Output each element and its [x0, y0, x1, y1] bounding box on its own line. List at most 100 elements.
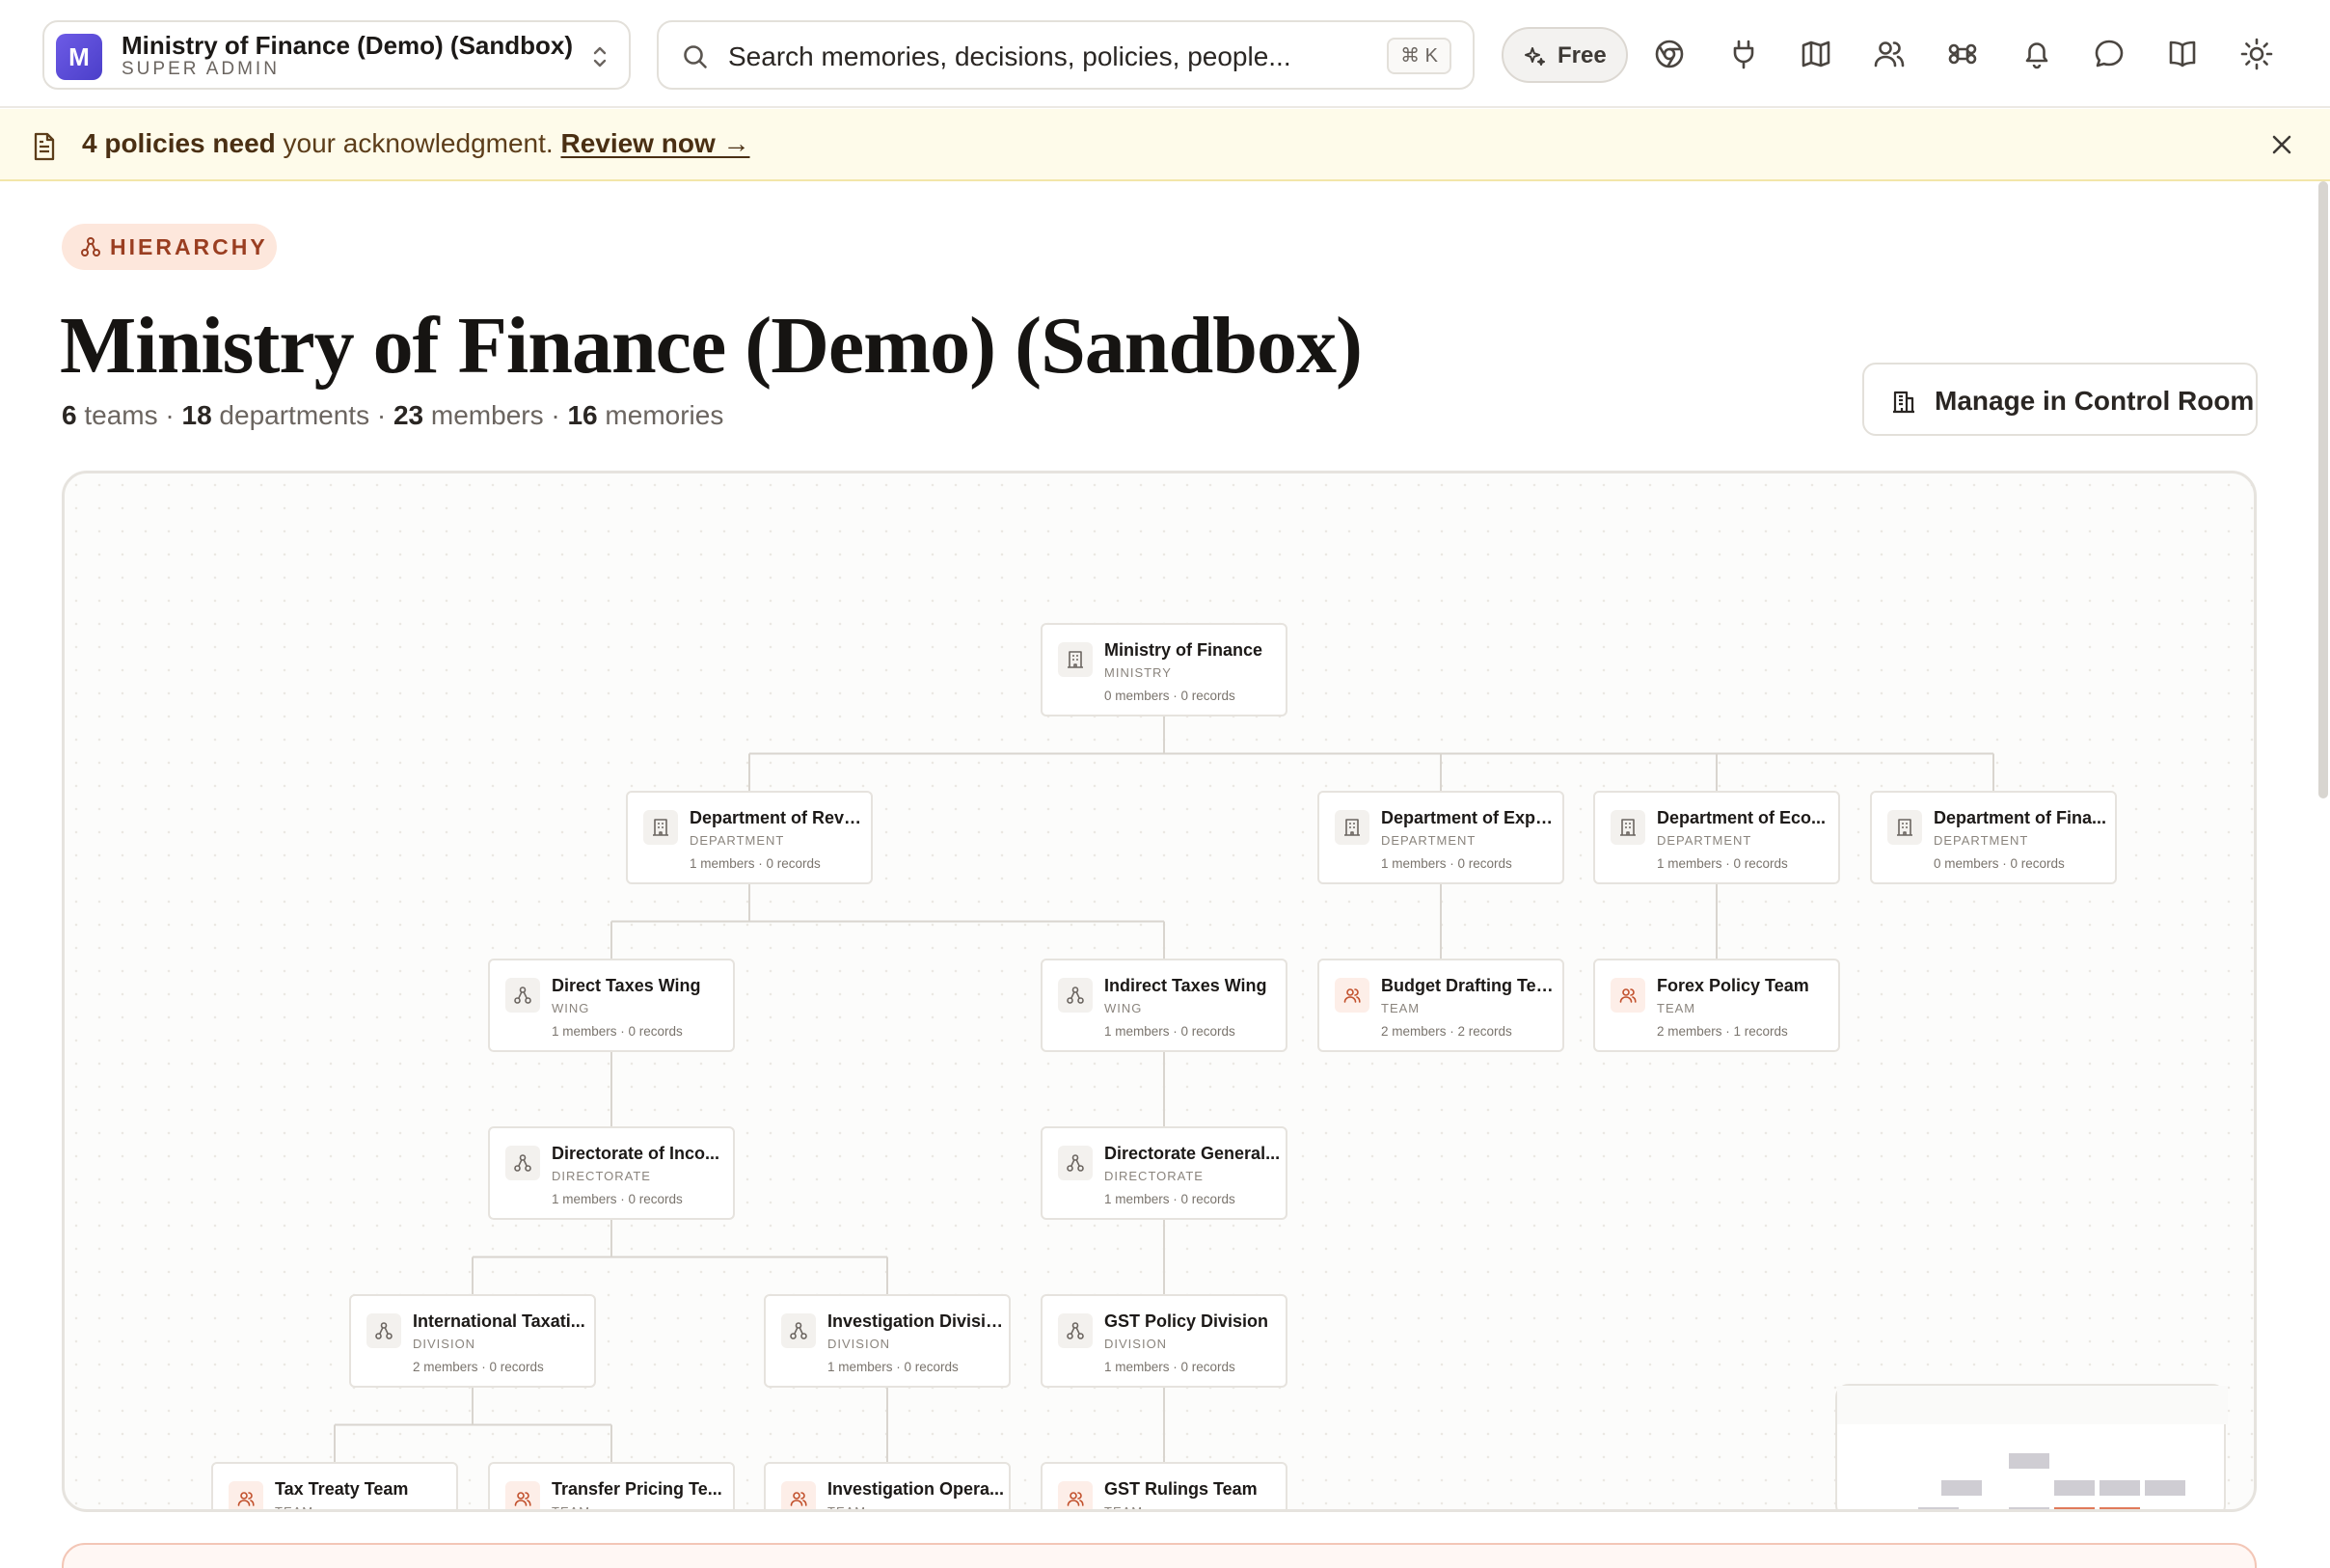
page-scrollbar[interactable] [2318, 181, 2328, 798]
hierarchy-icon [1058, 1313, 1093, 1348]
manage-control-room-label: Manage in Control Room [1935, 386, 2255, 416]
building-icon [1893, 391, 1914, 414]
hierarchy-icon [81, 237, 100, 257]
bell-icon[interactable] [2019, 37, 2054, 71]
node-type: TEAM [1381, 1001, 1421, 1015]
hierarchy-node-department-of-expe[interactable]: Department of Expe... DEPARTMENT 1 members… [1317, 791, 1564, 884]
node-meta: 1 members · 0 records [1104, 1360, 1235, 1374]
node-name: Department of Expe... [1381, 808, 1558, 827]
departments-label: departments · [211, 400, 393, 430]
node-name: Indirect Taxes Wing [1104, 976, 1267, 995]
manage-control-room-button[interactable]: Manage in Control Room [1862, 363, 2258, 436]
close-icon[interactable] [2268, 131, 2295, 158]
node-meta: 2 members · 0 records [413, 1360, 544, 1374]
hierarchy-node-department-of-fina[interactable]: Department of Fina... DEPARTMENT 0 members… [1870, 791, 2117, 884]
minimap[interactable] [1835, 1384, 2228, 1509]
users-icon[interactable] [1872, 37, 1907, 71]
hierarchy-node-international-taxati[interactable]: International Taxati... DIVISION 2 members… [349, 1294, 596, 1388]
node-type: WING [552, 1001, 590, 1015]
minimap-preview [1837, 1386, 2228, 1509]
node-meta: 2 members · 1 records [1657, 1024, 1788, 1039]
hierarchy-node-indirect-taxes-wing[interactable]: Indirect Taxes Wing WING 1 members · 0 rec… [1041, 959, 1287, 1052]
plug-icon[interactable] [1726, 37, 1761, 71]
review-now-link[interactable]: Review now → [560, 128, 749, 158]
command-icon[interactable] [1945, 37, 1980, 71]
org-role: SUPER ADMIN [122, 59, 280, 79]
node-type: TEAM [552, 1504, 591, 1512]
search-shortcut-hint: ⌘ K [1387, 38, 1451, 74]
section-pill-label: HIERARCHY [110, 234, 268, 259]
members-count: 23 [393, 400, 424, 430]
node-name: International Taxati... [413, 1311, 585, 1331]
node-type: DIVISION [827, 1337, 891, 1351]
node-name: Transfer Pricing Te... [552, 1479, 722, 1499]
hierarchy-node-department-of-reve[interactable]: Department of Reve... DEPARTMENT 1 members… [626, 791, 873, 884]
node-name: Investigation Division [827, 1311, 1005, 1331]
node-meta: 1 members · 0 records [1381, 856, 1512, 871]
hierarchy-node-forex-policy-team[interactable]: Forex Policy Team TEAM 2 members · 1 recor… [1593, 959, 1840, 1052]
hierarchy-canvas[interactable]: Ministry of Finance MINISTRY 0 members · 0… [62, 471, 2257, 1512]
hierarchy-node-investigation-opera[interactable]: Investigation Opera... TEAM [764, 1462, 1011, 1509]
hierarchy-icon [505, 1146, 540, 1180]
hierarchy-node-directorate-general[interactable]: Directorate General... DIRECTORATE 1 membe… [1041, 1126, 1287, 1220]
team-icon [229, 1481, 263, 1509]
hierarchy-node-ministry-of-finance[interactable]: Ministry of Finance MINISTRY 0 members · 0… [1041, 623, 1287, 716]
node-meta: 2 members · 2 records [1381, 1024, 1512, 1039]
sparkles-icon [1525, 47, 1545, 66]
hierarchy-icon [366, 1313, 401, 1348]
hierarchy-node-transfer-pricing-te[interactable]: Transfer Pricing Te... TEAM [488, 1462, 735, 1512]
hierarchy-node-investigation-division[interactable]: Investigation Division DIVISION 1 members … [764, 1294, 1011, 1388]
map-icon[interactable] [1799, 37, 1833, 71]
node-name: Direct Taxes Wing [552, 976, 701, 995]
node-name: Department of Fina... [1934, 808, 2107, 827]
sun-icon[interactable] [2239, 37, 2274, 71]
building-icon [1335, 810, 1369, 845]
building-icon [1058, 642, 1093, 677]
teams-count: 6 [62, 400, 77, 430]
chat-icon[interactable] [2092, 37, 2127, 71]
building-icon [1611, 810, 1645, 845]
search-input[interactable]: Search memories, decisions, policies, pe… [728, 41, 1291, 72]
hierarchy-icon [505, 978, 540, 1013]
team-icon [1335, 978, 1369, 1013]
node-type: TEAM [275, 1504, 314, 1512]
banner-count: 4 policies need [82, 128, 276, 158]
node-type: DIVISION [413, 1337, 476, 1351]
chevron-up-down-icon [593, 46, 607, 68]
policy-banner: 4 policies need your acknowledgment. Rev… [0, 109, 2330, 181]
org-name: Ministry of Finance (Demo) (Sandbox) [122, 31, 574, 60]
node-type: DIVISION [1104, 1337, 1168, 1351]
team-icon [1058, 1481, 1093, 1509]
document-icon [34, 132, 55, 161]
node-name: GST Policy Division [1104, 1311, 1269, 1331]
section-pill: HIERARCHY [62, 224, 277, 270]
node-name: Budget Drafting Team [1381, 976, 1558, 995]
hierarchy-node-gst-policy-division[interactable]: GST Policy Division DIVISION 1 members · 0… [1041, 1294, 1287, 1388]
node-type: DEPARTMENT [690, 833, 785, 848]
hierarchy-node-tax-treaty-team[interactable]: Tax Treaty Team TEAM [211, 1462, 458, 1512]
chrome-icon[interactable] [1652, 37, 1687, 71]
node-meta: 0 members · 0 records [1934, 856, 2065, 871]
node-name: Investigation Opera... [827, 1479, 1005, 1499]
members-label: members · [423, 400, 568, 430]
node-meta: 1 members · 0 records [552, 1024, 683, 1039]
node-name: Forex Policy Team [1657, 976, 1809, 995]
search-bar[interactable]: Search memories, decisions, policies, pe… [657, 20, 1475, 90]
page-title: Ministry of Finance (Demo) (Sandbox) [60, 301, 1363, 391]
hierarchy-node-directorate-of-inco[interactable]: Directorate of Inco... DIRECTORATE 1 membe… [488, 1126, 735, 1220]
org-switcher[interactable]: M Ministry of Finance (Demo) (Sandbox) S… [42, 20, 631, 90]
hierarchy-node-department-of-eco[interactable]: Department of Eco... DEPARTMENT 1 members … [1593, 791, 1840, 884]
book-icon[interactable] [2165, 37, 2200, 71]
node-type: DEPARTMENT [1934, 833, 2029, 848]
plan-badge[interactable]: Free [1502, 27, 1628, 83]
hierarchy-node-direct-taxes-wing[interactable]: Direct Taxes Wing WING 1 members · 0 recor… [488, 959, 735, 1052]
node-name: GST Rulings Team [1104, 1479, 1258, 1499]
building-icon [1887, 810, 1922, 845]
node-meta: 1 members · 0 records [827, 1360, 959, 1374]
node-type: WING [1104, 1001, 1143, 1015]
hierarchy-node-budget-drafting-team[interactable]: Budget Drafting Team TEAM 2 members · 2 re… [1317, 959, 1564, 1052]
node-type: DIRECTORATE [552, 1169, 651, 1183]
hierarchy-node-gst-rulings-team[interactable]: GST Rulings Team TEAM [1041, 1462, 1287, 1509]
node-meta: 0 members · 0 records [1104, 689, 1235, 703]
node-meta: 1 members · 0 records [1104, 1192, 1235, 1206]
